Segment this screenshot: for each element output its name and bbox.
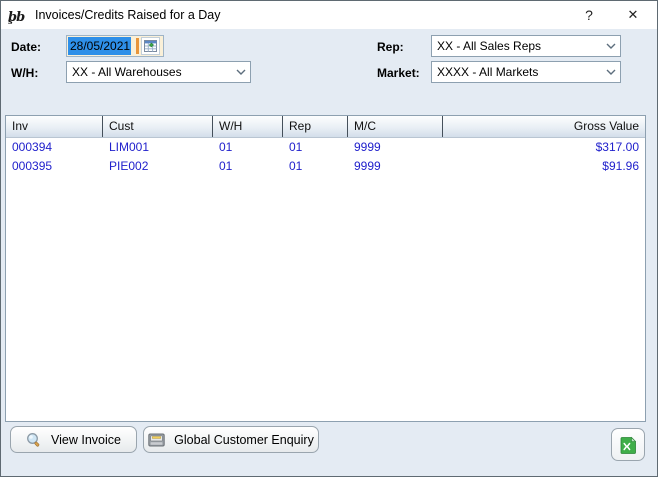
cell-gross-value: $91.96	[443, 157, 645, 176]
chevron-down-icon	[602, 36, 620, 56]
app-logo-icon: bb s	[8, 6, 28, 24]
dialog-window: bb s Invoices/Credits Raised for a Day ?…	[0, 0, 658, 477]
view-invoice-button[interactable]: View Invoice	[10, 426, 137, 453]
market-selected-value: XXXX - All Markets	[437, 65, 538, 79]
global-customer-enquiry-button[interactable]: Global Customer Enquiry	[143, 426, 319, 453]
card-file-icon	[148, 433, 165, 447]
export-to-excel-button[interactable]	[611, 428, 645, 461]
title-bar: bb s Invoices/Credits Raised for a Day ?…	[1, 1, 657, 29]
cell-w-h: 01	[213, 138, 283, 157]
cell-inv: 000395	[6, 157, 103, 176]
invoice-list: InvCustW/HRepM/CGross Value 000394LIM001…	[5, 115, 646, 422]
text-caret	[136, 38, 139, 54]
close-button[interactable]: ✕	[611, 1, 655, 29]
date-field[interactable]: 28/05/2021	[66, 35, 164, 57]
date-value-selected: 28/05/2021	[68, 37, 131, 55]
column-header-cust: Cust	[103, 116, 213, 137]
column-header-rep: Rep	[283, 116, 348, 137]
warehouse-selected-value: XX - All Warehouses	[72, 65, 182, 79]
warehouse-label: W/H:	[11, 66, 38, 80]
cell-m-c: 9999	[348, 157, 443, 176]
window-title: Invoices/Credits Raised for a Day	[35, 8, 221, 22]
cell-rep: 01	[283, 138, 348, 157]
table-header: InvCustW/HRepM/CGross Value	[6, 116, 645, 138]
column-header-inv: Inv	[6, 116, 103, 137]
cell-inv: 000394	[6, 138, 103, 157]
cell-cust: PIE002	[103, 157, 213, 176]
column-header-m-c: M/C	[348, 116, 443, 137]
magnifier-icon	[26, 432, 42, 448]
calendar-icon	[144, 40, 158, 53]
table-row[interactable]: 000394LIM00101019999$317.00	[6, 138, 645, 157]
global-customer-enquiry-label: Global Customer Enquiry	[174, 433, 314, 447]
rep-select[interactable]: XX - All Sales Reps	[431, 35, 621, 57]
cell-m-c: 9999	[348, 138, 443, 157]
help-button[interactable]: ?	[567, 1, 611, 29]
calendar-picker-button[interactable]	[141, 37, 160, 55]
cell-cust: LIM001	[103, 138, 213, 157]
excel-icon	[619, 436, 637, 454]
chevron-down-icon	[602, 62, 620, 82]
table-row[interactable]: 000395PIE00201019999$91.96	[6, 157, 645, 176]
market-select[interactable]: XXXX - All Markets	[431, 61, 621, 83]
cell-rep: 01	[283, 157, 348, 176]
table-body: 000394LIM00101019999$317.00000395PIE0020…	[6, 138, 645, 176]
cell-w-h: 01	[213, 157, 283, 176]
column-header-w-h: W/H	[213, 116, 283, 137]
cell-gross-value: $317.00	[443, 138, 645, 157]
rep-selected-value: XX - All Sales Reps	[437, 39, 541, 53]
market-label: Market:	[377, 66, 420, 80]
chevron-down-icon	[232, 62, 250, 82]
column-header-gross-value: Gross Value	[443, 116, 645, 137]
view-invoice-label: View Invoice	[51, 433, 121, 447]
warehouse-select[interactable]: XX - All Warehouses	[66, 61, 251, 83]
rep-label: Rep:	[377, 40, 404, 54]
date-label: Date:	[11, 40, 41, 54]
